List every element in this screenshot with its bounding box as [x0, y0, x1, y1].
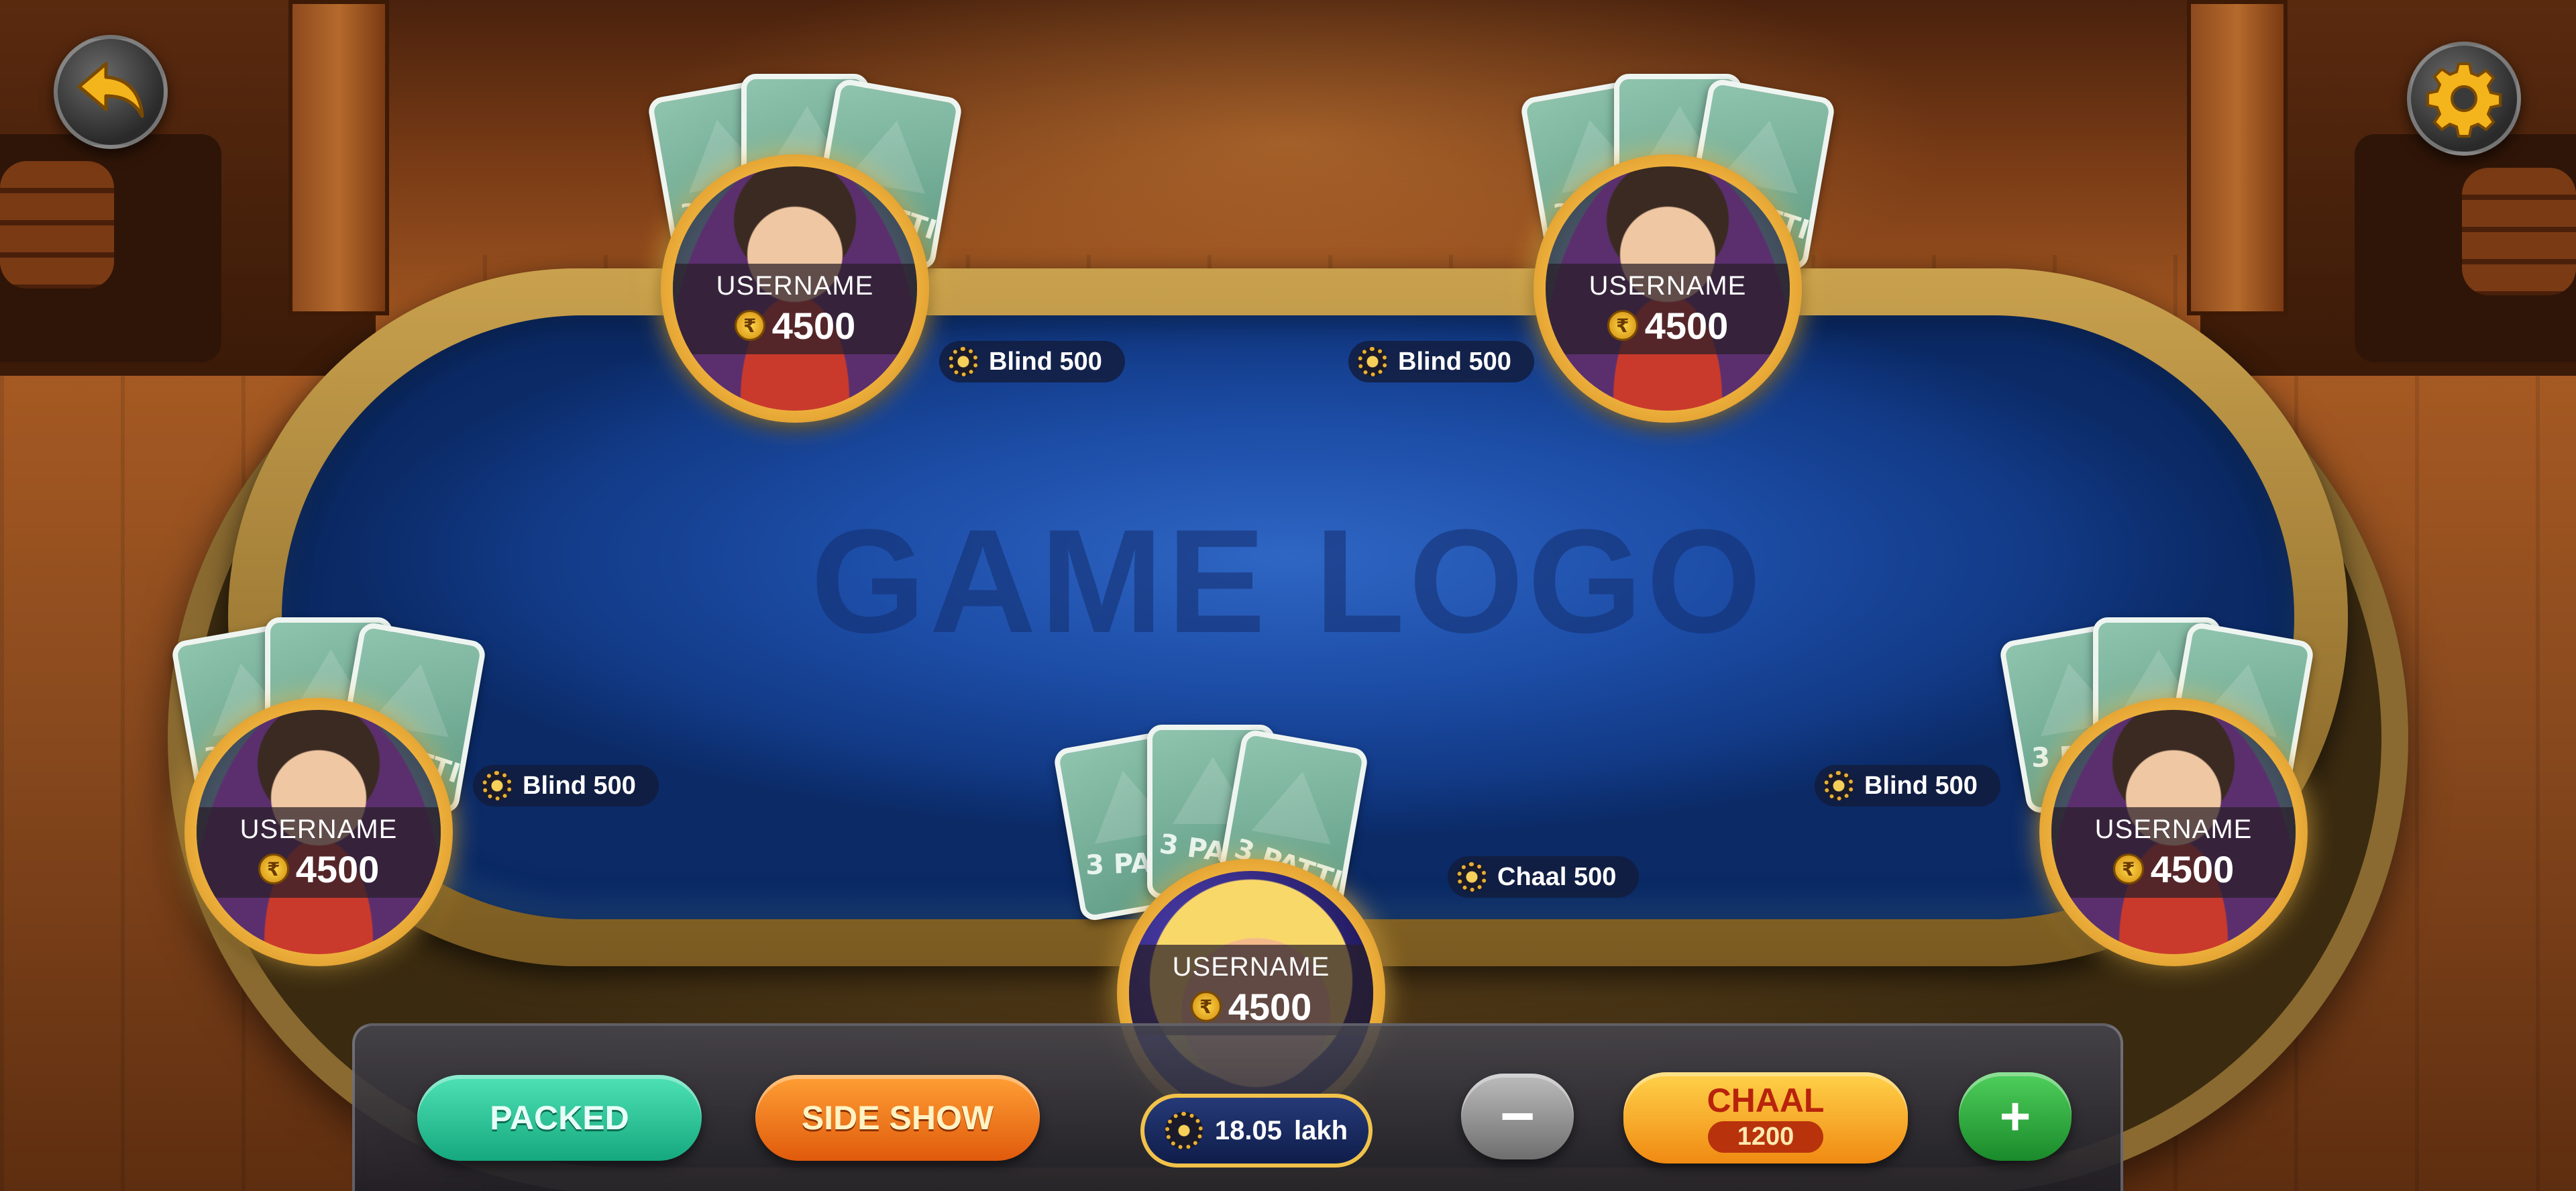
packed-button[interactable]: PACKED — [417, 1075, 702, 1161]
chip-icon — [1358, 347, 1387, 376]
rupee-icon: ₹ — [1607, 310, 1638, 341]
chip-icon — [1824, 771, 1854, 800]
username: USERNAME — [1172, 951, 1330, 982]
rupee-icon: ₹ — [258, 853, 289, 884]
pot-display: 18.05 lakh — [1140, 1094, 1373, 1168]
back-button[interactable] — [54, 35, 168, 149]
avatar: USERNAME ₹ 4500 — [1546, 166, 1790, 411]
rupee-icon: ₹ — [2112, 853, 2144, 884]
plus-icon: + — [1999, 1086, 2031, 1146]
barrel-left — [0, 161, 114, 289]
player-action-label: Blind 500 — [1815, 765, 2000, 807]
rupee-icon: ₹ — [1190, 991, 1222, 1022]
back-arrow-icon — [77, 62, 144, 118]
player-seat-middle-left[interactable]: 3 PATTI 3 PATTI 3 PATTI USERNAME ₹ 4500 — [170, 617, 488, 966]
avatar-frame: USERNAME ₹ 4500 — [2039, 698, 2308, 966]
player-info: USERNAME ₹ 4500 — [1129, 945, 1373, 1035]
chip-icon — [949, 347, 978, 376]
right-door — [2187, 0, 2288, 315]
avatar: USERNAME ₹ 4500 — [673, 166, 917, 411]
chip-icon — [1165, 1112, 1203, 1149]
balance-row: ₹ 4500 — [1607, 304, 1729, 348]
player-action-label: Blind 500 — [1348, 341, 1534, 382]
settings-button[interactable] — [2407, 42, 2521, 156]
chip-icon — [1457, 862, 1487, 892]
side-show-button[interactable]: SIDE SHOW — [755, 1075, 1040, 1161]
increase-bet-button[interactable]: + — [1959, 1072, 2072, 1161]
player-seat-middle-right[interactable]: 3 PATTI 3 PATTI 3 PATTI USERNAME ₹ 4500 — [1998, 617, 2316, 966]
balance-row: ₹ 4500 — [2112, 847, 2235, 891]
player-seat-top-left[interactable]: 3 PATTI 3 PATTI 3 PATTI USERNAME ₹ 4500 — [646, 74, 964, 423]
player-action-label: Blind 500 — [473, 765, 659, 807]
player-action-label: Blind 500 — [939, 341, 1125, 382]
player-info: USERNAME ₹ 4500 — [673, 264, 917, 354]
player-action-label: Chaal 500 — [1448, 856, 1640, 898]
left-door — [288, 0, 389, 315]
balance: 4500 — [1644, 304, 1729, 347]
chaal-amount: 1200 — [1707, 1121, 1824, 1153]
balance: 4500 — [771, 304, 856, 347]
player-seat-bottom-center[interactable]: 3 PATTI 3 PATTI 3 PATTI USERNAME ₹ 4500 — [1052, 725, 1385, 1127]
avatar-frame: USERNAME ₹ 4500 — [184, 698, 453, 966]
balance-row: ₹ 4500 — [734, 304, 856, 348]
balance-row: ₹ 4500 — [258, 847, 380, 891]
avatar: USERNAME ₹ 4500 — [197, 710, 441, 954]
username: USERNAME — [239, 814, 398, 844]
balance: 4500 — [2150, 847, 2235, 890]
avatar: USERNAME ₹ 4500 — [2051, 710, 2296, 954]
balance: 4500 — [1228, 985, 1312, 1028]
game-logo: GAME LOGO — [810, 499, 1766, 664]
avatar-frame: USERNAME ₹ 4500 — [1534, 154, 1802, 423]
chaal-label: CHAAL — [1707, 1081, 1825, 1119]
player-info: USERNAME ₹ 4500 — [1546, 264, 1790, 354]
decrease-bet-button[interactable]: − — [1461, 1074, 1574, 1159]
minus-icon: − — [1499, 1082, 1536, 1150]
balance-row: ₹ 4500 — [1190, 985, 1312, 1029]
username: USERNAME — [1589, 270, 1747, 301]
player-info: USERNAME ₹ 4500 — [197, 807, 441, 898]
chaal-button[interactable]: CHAAL 1200 — [1623, 1072, 1908, 1163]
rupee-icon: ₹ — [734, 310, 765, 341]
pot-unit: lakh — [1294, 1115, 1348, 1145]
player-seat-top-right[interactable]: 3 PATTI 3 PATTI 3 PATTI USERNAME ₹ 4500 — [1519, 74, 1837, 423]
avatar-frame: USERNAME ₹ 4500 — [661, 154, 929, 423]
username: USERNAME — [716, 270, 874, 301]
gear-icon — [2426, 62, 2502, 138]
barrel-right — [2462, 168, 2576, 295]
pot-amount: 18.05 — [1214, 1115, 1283, 1145]
chip-icon — [482, 771, 512, 800]
balance: 4500 — [295, 847, 380, 890]
player-info: USERNAME ₹ 4500 — [2051, 807, 2296, 898]
username: USERNAME — [2094, 814, 2253, 844]
